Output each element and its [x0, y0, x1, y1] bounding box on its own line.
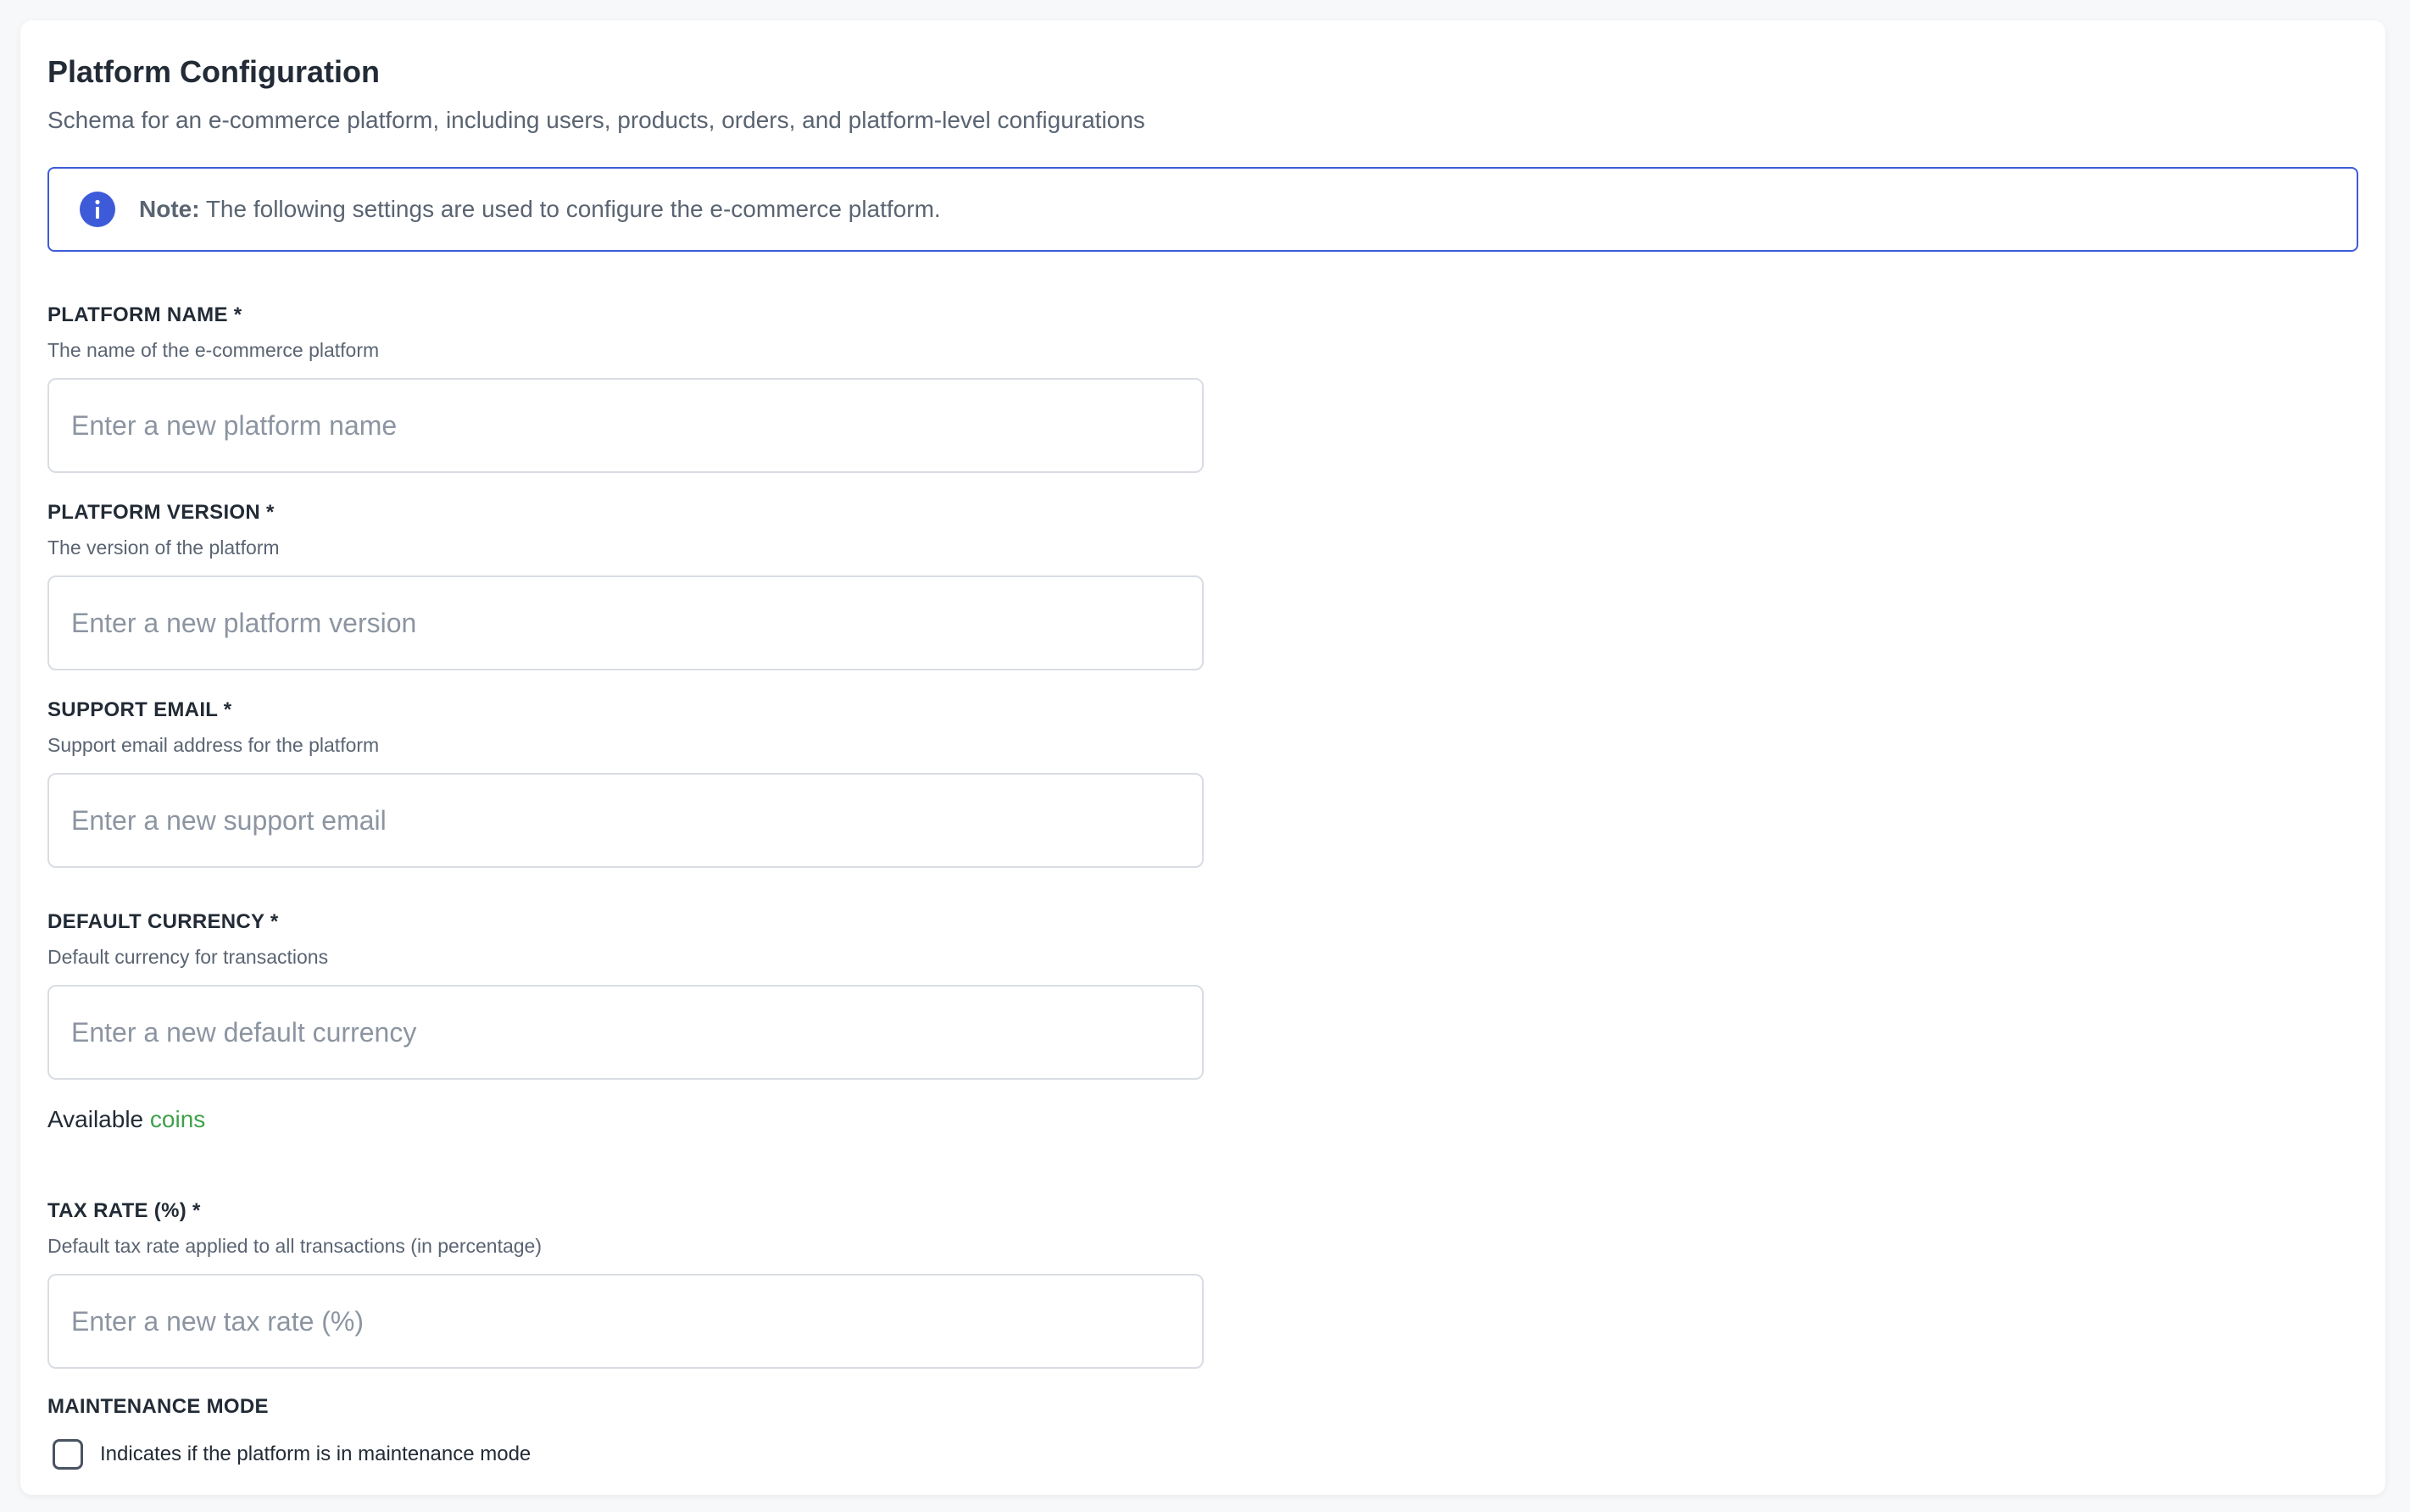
- platform-version-help: The version of the platform: [47, 536, 280, 559]
- field-platform-name: PLATFORM NAME * The name of the e-commer…: [47, 303, 1204, 473]
- support-email-input[interactable]: [47, 773, 1204, 868]
- note-text: Note: The following settings are used to…: [139, 196, 941, 223]
- maintenance-mode-row: Indicates if the platform is in maintena…: [53, 1439, 531, 1470]
- note-banner: Note: The following settings are used to…: [47, 167, 2358, 252]
- tax-rate-label: TAX RATE (%) *: [47, 1199, 201, 1222]
- maintenance-mode-checkbox[interactable]: [53, 1439, 83, 1470]
- support-email-label: SUPPORT EMAIL *: [47, 698, 232, 721]
- field-support-email: SUPPORT EMAIL * Support email address fo…: [47, 698, 1204, 868]
- coins-link[interactable]: coins: [150, 1106, 205, 1132]
- platform-version-label: PLATFORM VERSION *: [47, 501, 275, 524]
- default-currency-input[interactable]: [47, 985, 1204, 1080]
- field-platform-version: PLATFORM VERSION * The version of the pl…: [47, 501, 1204, 670]
- note-message: The following settings are used to confi…: [199, 196, 941, 222]
- available-prefix: Available: [47, 1106, 144, 1132]
- tax-rate-input[interactable]: [47, 1274, 1204, 1369]
- config-card: Platform Configuration Schema for an e-c…: [20, 20, 2385, 1495]
- tax-rate-help: Default tax rate applied to all transact…: [47, 1235, 542, 1257]
- platform-version-input[interactable]: [47, 575, 1204, 670]
- available-coins-text: Available coins: [47, 1106, 205, 1133]
- support-email-help: Support email address for the platform: [47, 734, 380, 756]
- default-currency-label: DEFAULT CURRENCY *: [47, 910, 279, 933]
- page-title: Platform Configuration: [47, 54, 380, 89]
- platform-name-help: The name of the e-commerce platform: [47, 339, 380, 361]
- info-icon: [80, 192, 115, 227]
- field-default-currency: DEFAULT CURRENCY * Default currency for …: [47, 910, 1204, 1080]
- note-label: Note:: [139, 196, 200, 222]
- maintenance-mode-label: MAINTENANCE MODE: [47, 1395, 269, 1418]
- page-subtitle: Schema for an e-commerce platform, inclu…: [47, 107, 1145, 133]
- platform-name-input[interactable]: [47, 378, 1204, 473]
- platform-name-label: PLATFORM NAME *: [47, 303, 242, 326]
- default-currency-help: Default currency for transactions: [47, 946, 329, 968]
- field-tax-rate: TAX RATE (%) * Default tax rate applied …: [47, 1199, 1204, 1369]
- maintenance-mode-description: Indicates if the platform is in maintena…: [100, 1443, 532, 1465]
